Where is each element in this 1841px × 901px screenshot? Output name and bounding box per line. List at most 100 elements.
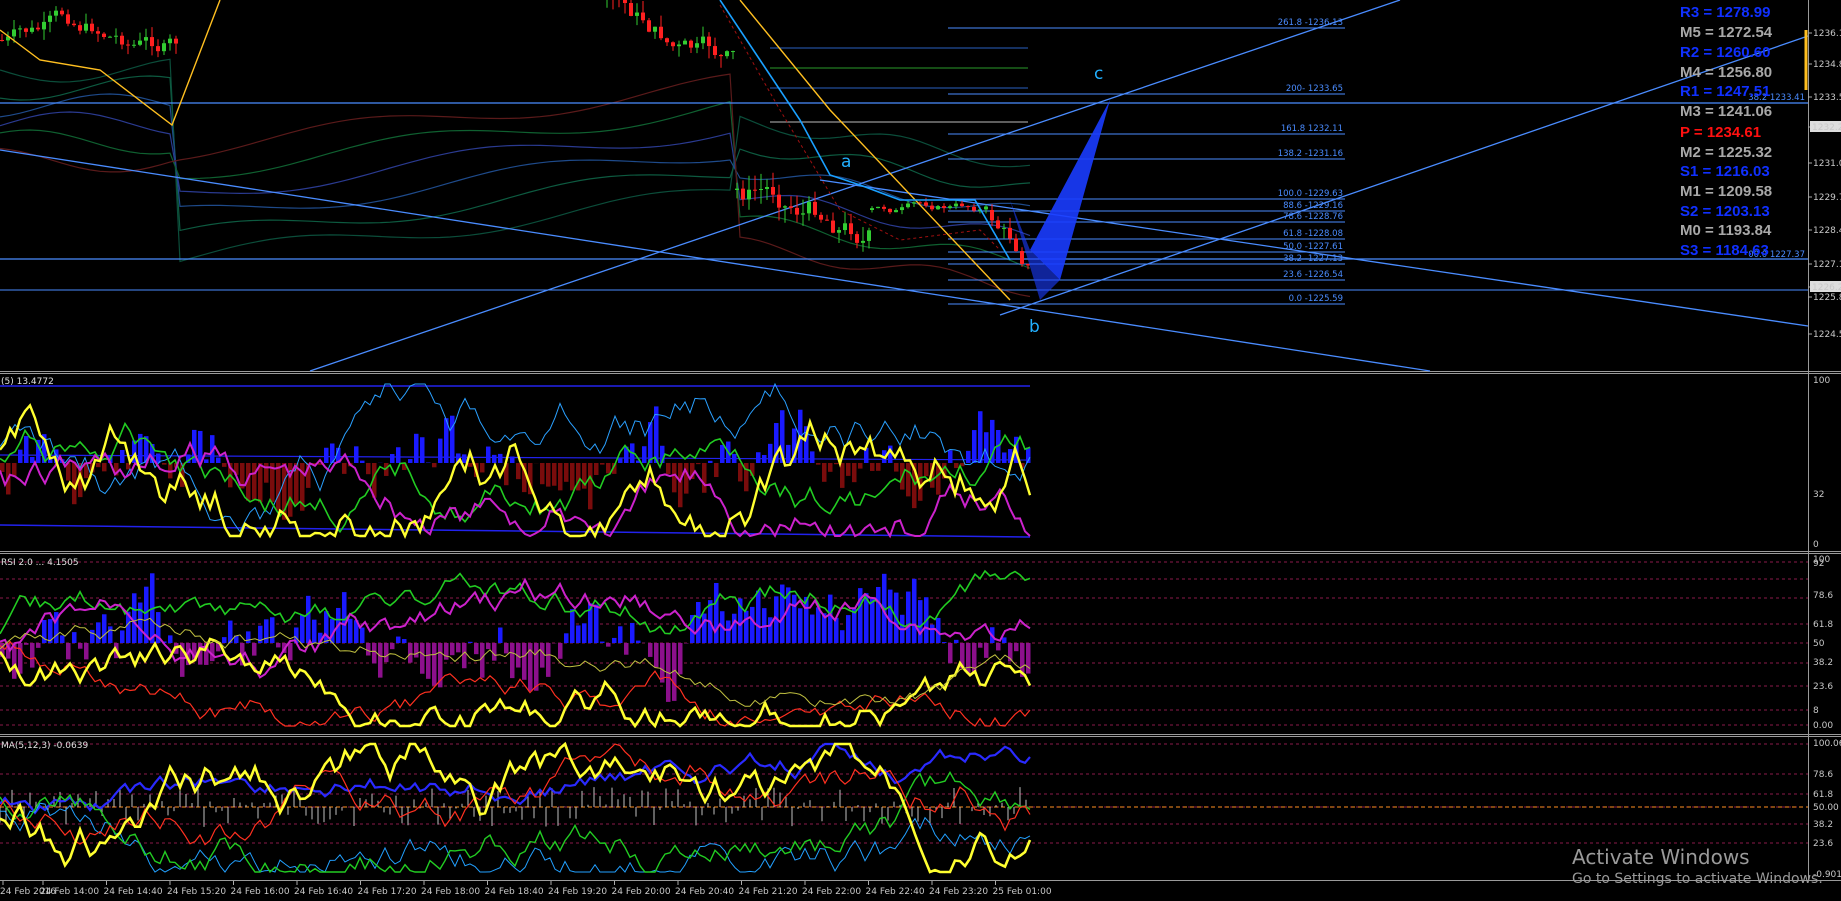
oscillator-panel-1[interactable] <box>0 382 1032 540</box>
histogram-bar <box>600 641 605 643</box>
fib-level-label: 0.0 -1225.59 <box>1289 294 1343 304</box>
histogram-bar <box>366 463 371 475</box>
histogram-bar <box>276 643 281 648</box>
fib-level-label: 50.0 -1227.61 <box>1283 242 1343 252</box>
rsi-panel[interactable] <box>0 561 1808 729</box>
histogram-bar <box>132 593 137 643</box>
candle-body <box>984 206 988 210</box>
histogram-bar <box>216 457 221 463</box>
histogram-bar <box>438 438 443 463</box>
candle-body <box>653 26 657 32</box>
panel2-axis-label: 92 <box>1813 559 1824 569</box>
histogram-bar <box>696 463 701 465</box>
histogram-bar <box>444 643 449 660</box>
candle-body <box>783 206 787 208</box>
fib-level-label: 200- 1233.65 <box>1286 84 1343 94</box>
histogram-bar <box>1002 637 1007 643</box>
histogram-bar <box>408 643 413 663</box>
candle-body <box>855 234 859 243</box>
histogram-bar <box>786 444 791 463</box>
histogram-bar <box>648 643 653 657</box>
harmonic-pattern <box>1030 100 1110 280</box>
histogram-bar <box>756 452 761 463</box>
oscillator-line <box>0 403 1032 540</box>
price-panel[interactable]: 261.8 -1236.13 200- 1233.65 161.8 1232.11 1… <box>0 0 1809 372</box>
candle-body <box>906 203 910 208</box>
fib-level-label: 138.2 -1231.16 <box>1278 149 1343 159</box>
histogram-bar <box>108 626 113 643</box>
time-axis-label: 24 Feb 20:00 <box>612 887 671 897</box>
histogram-bar <box>966 450 971 463</box>
histogram-bar <box>858 463 863 469</box>
pivot-label: M3 = 1241.06 <box>1680 103 1772 120</box>
time-axis-label: 24 Feb 20:40 <box>675 887 734 897</box>
histogram-bar <box>642 446 647 463</box>
pivot-label: S1 = 1216.03 <box>1680 163 1770 180</box>
histogram-bar <box>96 622 101 643</box>
fib-level-label: 61.8 -1228.08 <box>1283 229 1343 239</box>
envelope-line <box>0 75 1031 232</box>
panel3-axis-label: 38.2 <box>1813 820 1833 830</box>
histogram-bar <box>828 463 833 472</box>
oscillator-line <box>0 741 1032 874</box>
pivot-label: M0 = 1193.84 <box>1680 222 1772 239</box>
histogram-bar <box>102 614 107 643</box>
pivot-levels: R3 = 1278.99 M5 = 1272.54 R2 = 1260.60 M4 =… <box>1680 4 1773 259</box>
candle-body <box>144 37 148 41</box>
histogram-bar <box>810 614 815 643</box>
pivot-label: S2 = 1203.13 <box>1680 203 1770 220</box>
histogram-bar <box>570 609 575 643</box>
macd-panel[interactable] <box>0 741 1808 874</box>
candle-body <box>174 38 178 44</box>
histogram-bar <box>366 643 371 656</box>
histogram-bar <box>462 643 467 669</box>
price-axis-label: 1225.8 <box>1813 293 1841 303</box>
candle-body <box>942 206 946 208</box>
histogram-bar <box>396 447 401 463</box>
candle-body <box>0 40 4 41</box>
histogram-bar <box>672 463 677 493</box>
histogram-bar <box>870 599 875 643</box>
histogram-bar <box>984 432 989 463</box>
price-axis: 1236.1 1234.8 1233.5 1232.2 1231.0 1229.7 1228… <box>1808 29 1841 340</box>
candle-body <box>900 207 904 211</box>
histogram-bar <box>564 463 569 482</box>
candle-body <box>48 15 52 22</box>
price-axis-label: 1224.5 <box>1813 330 1841 340</box>
candle-body <box>659 26 663 39</box>
candle-body <box>807 201 811 214</box>
candle-body <box>948 206 952 208</box>
candle-body <box>102 33 106 38</box>
histogram-bar <box>390 454 395 463</box>
histogram-bar <box>660 643 665 683</box>
candle-body <box>867 230 871 241</box>
wave-label-a: a <box>841 152 851 172</box>
histogram-bar <box>654 643 659 668</box>
histogram-bar <box>756 590 761 643</box>
histogram-bar <box>450 643 455 656</box>
histogram-bar <box>618 458 623 463</box>
candle-body <box>78 25 82 31</box>
histogram-bar <box>498 627 503 643</box>
pivot-label: R3 = 1278.99 <box>1680 4 1771 21</box>
histogram-bar <box>702 463 707 493</box>
panel3-label: MA(5,12,3) -0.0639 <box>1 741 88 751</box>
histogram-bar <box>162 463 167 465</box>
panel2-axis-label: 23.6 <box>1813 682 1833 692</box>
candle-body <box>966 206 970 208</box>
histogram-bar <box>840 630 845 643</box>
pivot-label: M2 = 1225.32 <box>1680 144 1772 161</box>
histogram-bar <box>510 643 515 679</box>
oscillator-line <box>0 743 1031 846</box>
histogram-bar <box>378 643 383 678</box>
chart-canvas[interactable]: 261.8 -1236.13 200- 1233.65 161.8 1232.11 1… <box>0 0 1841 901</box>
fib-level-label: 78.6 -1228.76 <box>1283 212 1343 222</box>
histogram-bar <box>540 643 545 668</box>
histogram-bar <box>60 635 65 643</box>
pivot-label: R1 = 1247.51 <box>1680 83 1771 100</box>
time-axis-label: 24 Feb 16:00 <box>231 887 290 897</box>
histogram-bar <box>906 463 911 497</box>
pivot-label: M1 = 1209.58 <box>1680 183 1772 200</box>
histogram-bar <box>834 617 839 643</box>
histogram-bar <box>978 643 983 648</box>
